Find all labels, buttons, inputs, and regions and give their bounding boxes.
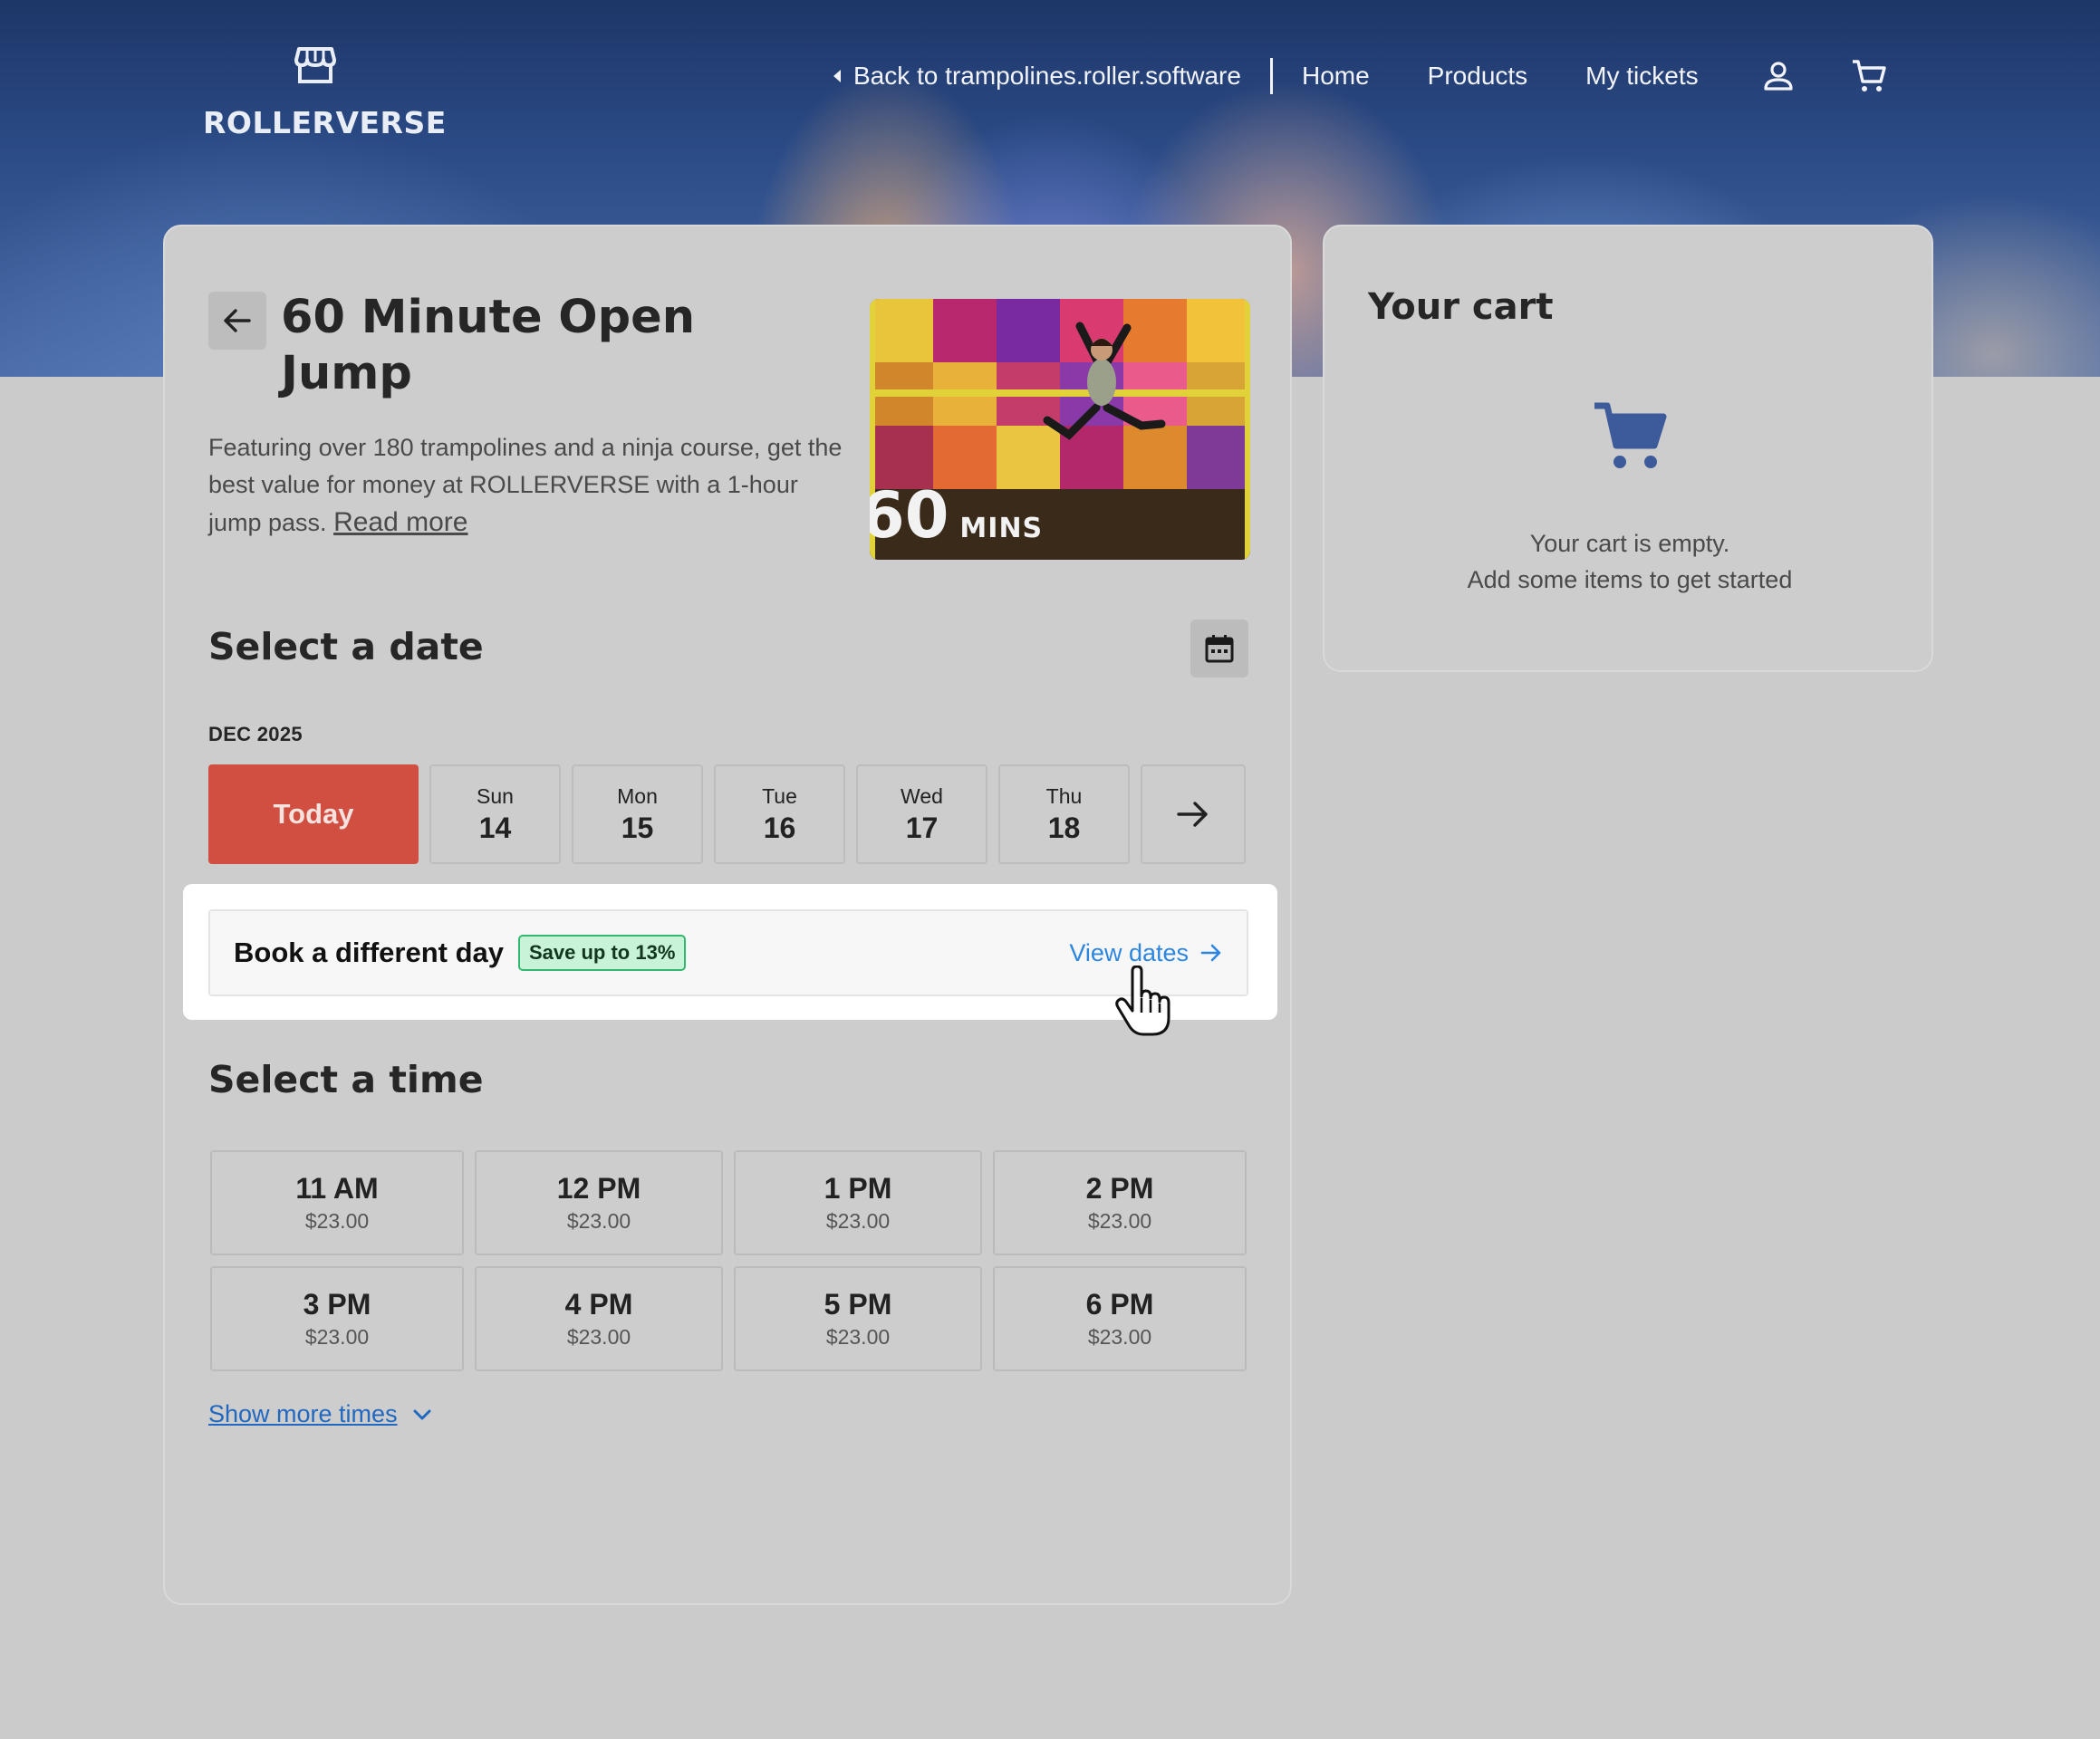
cart-empty-line2: Add some items to get started bbox=[1467, 566, 1793, 593]
product-image: 60 MINS bbox=[870, 299, 1250, 560]
slot-time: 6 PM bbox=[1085, 1288, 1154, 1321]
arrow-left-icon bbox=[224, 309, 251, 332]
month-label: DEC 2025 bbox=[208, 723, 303, 745]
book-different-day-banner[interactable]: Book a different day Save up to 13% View… bbox=[208, 909, 1248, 996]
time-slot-button[interactable]: 1 PM $23.00 bbox=[734, 1150, 982, 1255]
day-of-week: Thu bbox=[1045, 784, 1083, 808]
nav-my-tickets[interactable]: My tickets bbox=[1585, 62, 1698, 91]
store-icon bbox=[294, 47, 336, 83]
day-button[interactable]: Thu 18 bbox=[998, 764, 1130, 864]
time-slot-grid: 11 AM $23.00 12 PM $23.00 1 PM $23.00 2 … bbox=[210, 1150, 1250, 1371]
product-description: Featuring over 180 trampolines and a nin… bbox=[208, 429, 843, 542]
cart-empty-message: Your cart is empty. Add some items to ge… bbox=[1325, 525, 1935, 598]
slot-price: $23.00 bbox=[304, 1325, 370, 1349]
duration-badge: 60 MINS bbox=[870, 484, 1043, 547]
duration-number: 60 bbox=[870, 478, 949, 552]
cart-empty-line1: Your cart is empty. bbox=[1529, 530, 1730, 557]
time-slot-button[interactable]: 12 PM $23.00 bbox=[475, 1150, 723, 1255]
back-link-label: Back to trampolines.roller.software bbox=[853, 62, 1241, 90]
cart-icon bbox=[1852, 60, 1886, 91]
day-button[interactable]: Wed 17 bbox=[856, 764, 987, 864]
brand-name: ROLLERVERSE bbox=[203, 105, 447, 140]
slot-time: 1 PM bbox=[824, 1172, 892, 1205]
time-slot-button[interactable]: 11 AM $23.00 bbox=[210, 1150, 464, 1255]
arrow-right-icon bbox=[1200, 944, 1221, 962]
day-button[interactable]: Mon 15 bbox=[572, 764, 703, 864]
time-slot-button[interactable]: 3 PM $23.00 bbox=[210, 1266, 464, 1371]
day-number: 14 bbox=[478, 812, 512, 844]
caret-left-icon bbox=[833, 70, 841, 82]
select-time-heading: Select a time bbox=[208, 1058, 484, 1101]
nav-products[interactable]: Products bbox=[1428, 62, 1528, 91]
top-nav: Back to trampolines.roller.software Home… bbox=[833, 53, 1887, 100]
nav-home[interactable]: Home bbox=[1302, 62, 1370, 91]
user-icon bbox=[1764, 62, 1793, 91]
time-slot-button[interactable]: 2 PM $23.00 bbox=[993, 1150, 1247, 1255]
day-number: 18 bbox=[1047, 812, 1081, 844]
time-slot-button[interactable]: 5 PM $23.00 bbox=[734, 1266, 982, 1371]
show-more-times-link[interactable]: Show more times bbox=[208, 1400, 434, 1428]
cart-title: Your cart bbox=[1368, 286, 1554, 328]
time-slot-button[interactable]: 6 PM $23.00 bbox=[993, 1266, 1247, 1371]
hand-cursor-icon bbox=[1115, 966, 1170, 1036]
brand-logo[interactable]: ROLLERVERSE bbox=[203, 45, 447, 145]
chevron-down-icon bbox=[413, 1409, 431, 1419]
day-button[interactable]: Tue 16 bbox=[714, 764, 845, 864]
day-of-week: Mon bbox=[617, 784, 658, 808]
slot-price: $23.00 bbox=[566, 1209, 631, 1233]
slot-price: $23.00 bbox=[304, 1209, 370, 1233]
calendar-button[interactable] bbox=[1190, 620, 1248, 677]
day-number: 15 bbox=[621, 812, 654, 844]
slot-time: 12 PM bbox=[556, 1172, 641, 1205]
slot-price: $23.00 bbox=[566, 1325, 631, 1349]
duration-unit: MINS bbox=[959, 513, 1044, 544]
day-number: 17 bbox=[905, 812, 939, 844]
time-slot-button[interactable]: 4 PM $23.00 bbox=[475, 1266, 723, 1371]
promo-highlight: Book a different day Save up to 13% View… bbox=[183, 884, 1277, 1020]
slot-time: 4 PM bbox=[564, 1288, 633, 1321]
day-number: 16 bbox=[763, 812, 796, 844]
cart-button[interactable] bbox=[1851, 58, 1887, 94]
slot-price: $23.00 bbox=[1087, 1325, 1152, 1349]
promo-title: Book a different day bbox=[234, 937, 504, 968]
next-days-button[interactable] bbox=[1141, 764, 1246, 864]
select-date-heading: Select a date bbox=[208, 625, 484, 668]
slot-time: 3 PM bbox=[303, 1288, 371, 1321]
cart-panel: Your cart Your cart is empty. Add some i… bbox=[1323, 225, 1933, 672]
day-today-button[interactable]: Today bbox=[208, 764, 419, 864]
savings-badge: Save up to 13% bbox=[518, 935, 687, 971]
day-of-week: Wed bbox=[901, 784, 943, 808]
day-of-week: Sun bbox=[477, 784, 514, 808]
slot-time: 2 PM bbox=[1085, 1172, 1154, 1205]
back-button[interactable] bbox=[208, 292, 266, 350]
description-text: Featuring over 180 trampolines and a nin… bbox=[208, 434, 843, 536]
slot-price: $23.00 bbox=[825, 1209, 891, 1233]
slot-time: 11 AM bbox=[295, 1172, 379, 1205]
arrow-right-icon bbox=[1177, 802, 1208, 827]
slot-price: $23.00 bbox=[1087, 1209, 1152, 1233]
view-dates-label: View dates bbox=[1069, 938, 1189, 966]
date-picker-row: Today Sun 14 Mon 15 Tue 16 Wed 17 Thu 18 bbox=[208, 764, 1246, 864]
day-button[interactable]: Sun 14 bbox=[429, 764, 561, 864]
show-more-label: Show more times bbox=[208, 1400, 398, 1427]
product-title: 60 Minute Open Jump bbox=[281, 291, 696, 400]
calendar-icon bbox=[1205, 635, 1234, 663]
empty-cart-icon bbox=[1594, 402, 1667, 468]
slot-price: $23.00 bbox=[825, 1325, 891, 1349]
account-button[interactable] bbox=[1760, 58, 1797, 94]
read-more-link[interactable]: Read more bbox=[333, 507, 467, 537]
product-booking-card: 60 Minute Open Jump Featuring over 180 t… bbox=[163, 225, 1292, 1605]
back-to-site-link[interactable]: Back to trampolines.roller.software bbox=[833, 62, 1241, 91]
day-of-week: Tue bbox=[762, 784, 797, 808]
view-dates-link[interactable]: View dates bbox=[1069, 939, 1223, 967]
slot-time: 5 PM bbox=[824, 1288, 892, 1321]
nav-divider bbox=[1269, 58, 1273, 94]
